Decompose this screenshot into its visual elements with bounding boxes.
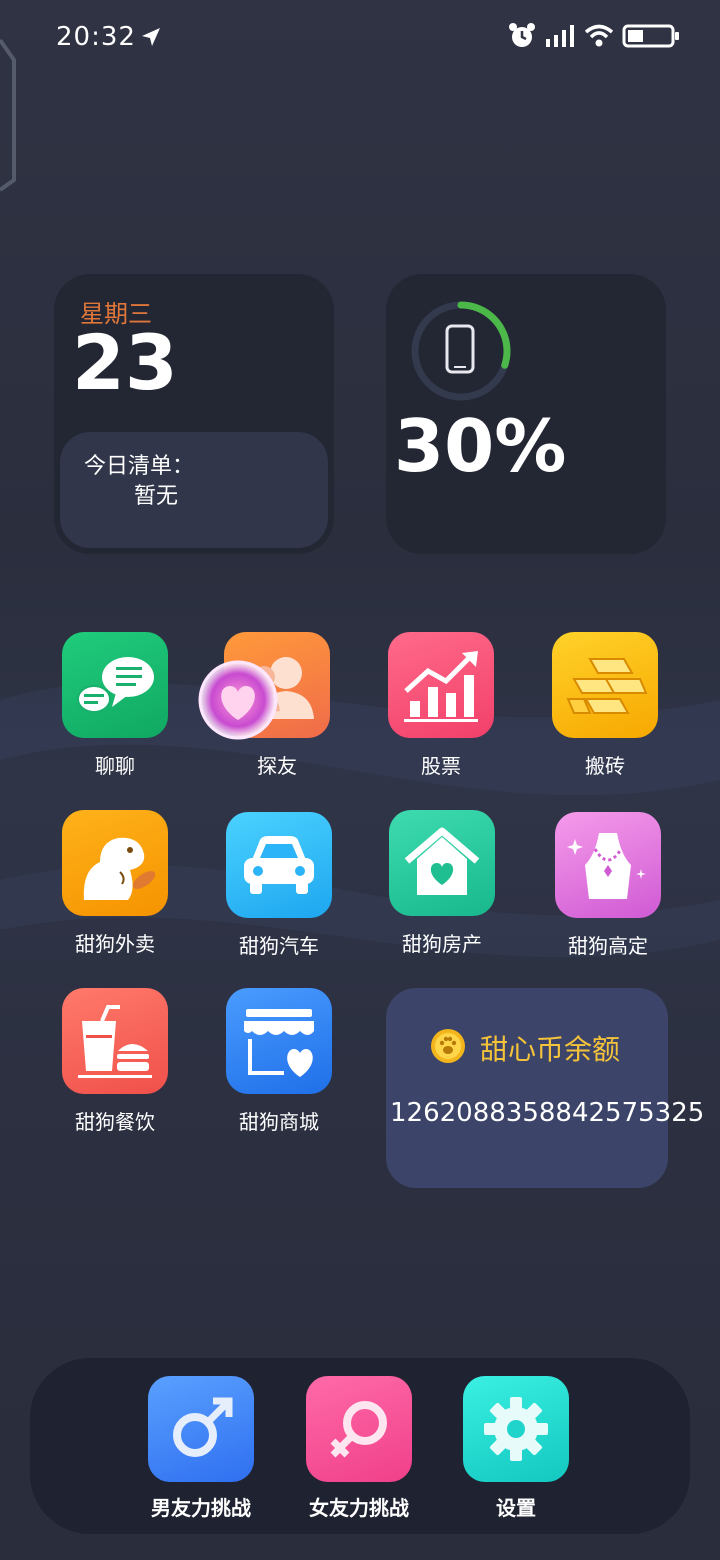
gear-icon xyxy=(463,1376,569,1482)
alarm-icon xyxy=(509,23,535,47)
battery-widget[interactable]: 30% xyxy=(386,274,666,554)
app-takeout-label: 甜狗外卖 xyxy=(75,932,155,956)
female-symbol-icon xyxy=(306,1376,412,1482)
app-car-label: 甜狗汽车 xyxy=(239,934,319,958)
chat-bubbles-icon xyxy=(62,632,168,738)
app-bricks[interactable]: 搬砖 xyxy=(525,632,685,779)
app-dining-label: 甜狗餐饮 xyxy=(75,1110,155,1134)
dock: 男友力挑战 女友力挑战 设置 xyxy=(30,1358,690,1534)
app-chat[interactable]: 聊聊 xyxy=(35,632,195,779)
app-bricks-label: 搬砖 xyxy=(585,754,625,778)
app-realestate-label: 甜狗房产 xyxy=(402,932,482,956)
app-takeout[interactable]: 甜狗外卖 xyxy=(35,810,195,957)
house-heart-icon xyxy=(389,810,495,916)
coin-paw-icon xyxy=(431,1029,465,1063)
status-time: 20:32 xyxy=(56,22,136,52)
todo-value: 暂无 xyxy=(134,484,179,509)
app-chat-label: 聊聊 xyxy=(95,754,135,778)
app-car[interactable]: 甜狗汽车 xyxy=(199,812,359,959)
app-mall-label: 甜狗商城 xyxy=(239,1110,319,1134)
battery-ring xyxy=(411,301,511,401)
app-stocks-label: 股票 xyxy=(421,754,461,778)
wallpaper-wave xyxy=(0,38,720,958)
coin-balance-widget[interactable]: 甜心币余额 1262088358842575325 xyxy=(386,988,705,1188)
male-symbol-icon xyxy=(148,1376,254,1482)
app-realestate[interactable]: 甜狗房产 xyxy=(362,810,522,957)
dock-boyfriend-challenge[interactable]: 男友力挑战 xyxy=(121,1376,281,1521)
app-luxury[interactable]: 甜狗高定 xyxy=(528,812,688,959)
phone-icon xyxy=(445,324,475,374)
app-dining[interactable]: 甜狗餐饮 xyxy=(35,988,195,1135)
dock-boyfriend-label: 男友力挑战 xyxy=(151,1496,251,1520)
dog-icon xyxy=(62,810,168,916)
floating-heart-bubble[interactable] xyxy=(196,658,280,742)
dock-girlfriend-challenge[interactable]: 女友力挑战 xyxy=(279,1376,439,1521)
todo-title: 今日清单： xyxy=(84,454,195,479)
status-bar: 20:32 xyxy=(0,0,720,80)
wifi-icon xyxy=(584,24,614,47)
necklace-icon xyxy=(555,812,661,918)
date-widget[interactable]: 星期三 23 今日清单： 暂无 xyxy=(54,274,334,554)
day-number: 23 xyxy=(72,318,178,407)
signal-icon xyxy=(546,25,574,47)
drink-burger-icon xyxy=(62,988,168,1094)
location-arrow-icon xyxy=(142,28,160,46)
car-icon xyxy=(226,812,332,918)
coin-title: 甜心币余额 xyxy=(480,1033,621,1066)
dock-settings[interactable]: 设置 xyxy=(436,1376,596,1521)
app-friends-label: 探友 xyxy=(257,754,297,778)
todo-panel[interactable]: 今日清单： 暂无 xyxy=(60,432,328,548)
battery-status-icon xyxy=(622,24,679,48)
gold-bars-icon xyxy=(552,632,658,738)
coin-balance-value: 1262088358842575325 xyxy=(390,1098,705,1128)
dock-girlfriend-label: 女友力挑战 xyxy=(309,1496,409,1520)
battery-percent: 30% xyxy=(394,404,567,488)
app-mall[interactable]: 甜狗商城 xyxy=(199,988,359,1135)
app-stocks[interactable]: 股票 xyxy=(361,632,521,779)
shop-heart-icon xyxy=(226,988,332,1094)
app-luxury-label: 甜狗高定 xyxy=(568,934,648,958)
dock-settings-label: 设置 xyxy=(496,1496,536,1520)
stock-chart-icon xyxy=(388,632,494,738)
